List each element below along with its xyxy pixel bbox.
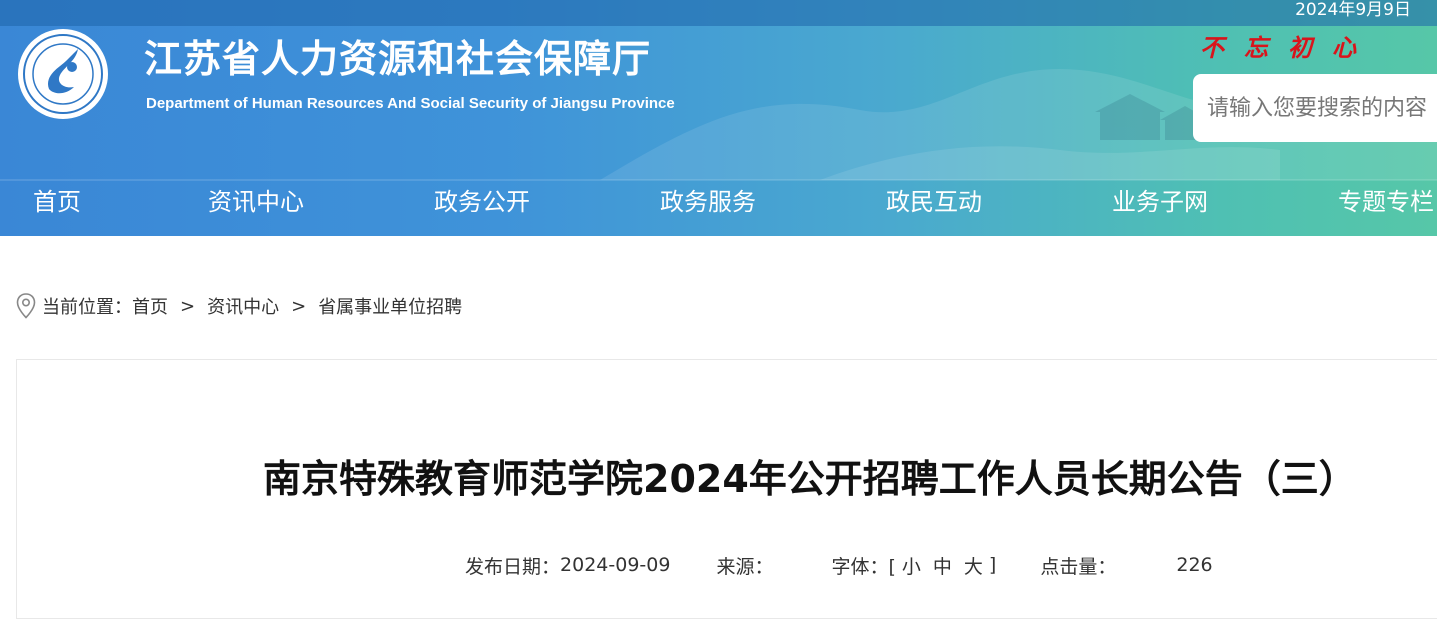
main-nav: 首页 资讯中心 政务公开 政务服务 政民互动 业务子网 专题专栏 <box>0 180 1437 236</box>
nav-item-news-center[interactable]: 资讯中心 <box>208 180 304 224</box>
search-input[interactable] <box>1193 74 1437 142</box>
nav-item-special-topics[interactable]: 专题专栏 <box>1338 180 1434 224</box>
clicks-label: 点击量： <box>1040 555 1117 578</box>
breadcrumb-separator: > <box>291 295 307 317</box>
font-size-medium-button[interactable]: 中 <box>933 552 952 579</box>
department-logo-icon[interactable] <box>16 27 110 121</box>
nav-item-home[interactable]: 首页 <box>33 180 81 224</box>
nav-item-public-interaction[interactable]: 政民互动 <box>886 180 982 224</box>
source-label: 来源： <box>716 555 774 578</box>
article-title: 南京特殊教育师范学院2024年公开招聘工作人员长期公告（三） <box>263 457 1357 501</box>
publish-date-value: 2024-09-09 <box>560 554 671 576</box>
breadcrumb: 当前位置： 首页 > 资讯中心 > 省属事业单位招聘 <box>16 291 462 321</box>
breadcrumb-item-home[interactable]: 首页 <box>132 293 168 319</box>
font-size-close-bracket: ] <box>988 554 997 576</box>
article-panel: 南京特殊教育师范学院2024年公开招聘工作人员长期公告（三） 发布日期： 202… <box>16 359 1437 619</box>
font-size-large-button[interactable]: 大 <box>964 552 983 579</box>
breadcrumb-item-recruitment[interactable]: 省属事业单位招聘 <box>318 293 462 319</box>
nav-item-government-services[interactable]: 政务服务 <box>660 180 756 224</box>
breadcrumb-item-news-center[interactable]: 资讯中心 <box>207 293 279 319</box>
font-size-label: 字体：[ <box>831 555 896 578</box>
font-size-small-button[interactable]: 小 <box>902 552 921 579</box>
slogan-text: 不忘初心 <box>1200 33 1376 62</box>
breadcrumb-separator: > <box>180 295 196 317</box>
location-pin-icon <box>16 293 36 319</box>
site-subtitle: Department of Human Resources And Social… <box>146 95 675 112</box>
nav-item-business-subsites[interactable]: 业务子网 <box>1112 180 1208 224</box>
header-topbar <box>0 0 1437 26</box>
site-header: 2024年9月9日 江苏省人力资源和社会保障厅 Department of Hu… <box>0 0 1437 236</box>
nav-item-government-affairs[interactable]: 政务公开 <box>434 180 530 224</box>
site-title: 江苏省人力资源和社会保障厅 <box>144 37 652 81</box>
publish-date-label: 发布日期： <box>465 555 561 578</box>
clicks-value: 226 <box>1176 554 1213 576</box>
current-date: 2024年9月9日 <box>1295 0 1411 20</box>
breadcrumb-prefix: 当前位置： <box>42 297 132 318</box>
article-meta: 发布日期： 2024-09-09 来源： 字体：[ 小 中 大 ] 点击量： 2… <box>465 550 1213 580</box>
